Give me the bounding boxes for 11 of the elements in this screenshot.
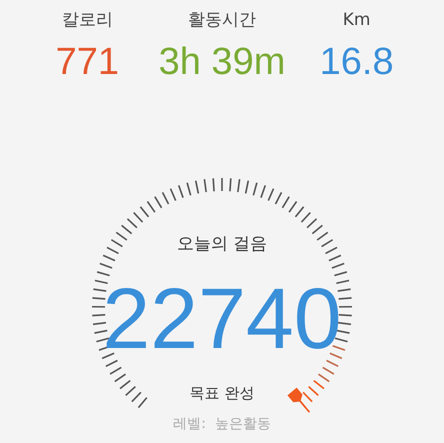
gauge-pointer-icon (287, 387, 310, 412)
stat-value: 3h 39m (158, 40, 286, 84)
gauge-title: 오늘의 걸음 (176, 232, 268, 256)
stat-value: 771 (56, 40, 120, 84)
goal-status: 목표 완성 (190, 383, 254, 404)
stat-label: Km (342, 9, 370, 32)
stat-label: 칼로리 (62, 9, 113, 32)
stat-label: 활동시간 (188, 9, 256, 32)
step-count: 22740 (102, 273, 342, 365)
activity-level: 레벨: 높은활동 (173, 414, 271, 434)
stat-value: 16.8 (320, 40, 394, 84)
